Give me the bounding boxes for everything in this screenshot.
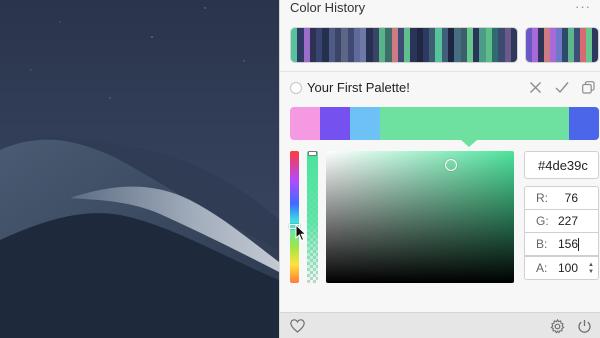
hex-input[interactable]: #4de39c — [524, 151, 599, 179]
cursor-arrow-icon — [295, 224, 307, 242]
palette-name[interactable]: Your First Palette! — [307, 79, 410, 97]
saturation-brightness-handle[interactable] — [445, 159, 457, 171]
green-channel-value[interactable]: 227 — [549, 214, 598, 228]
dune-night-wallpaper — [0, 0, 279, 338]
palette-swatch[interactable] — [380, 107, 569, 140]
palette-swatch[interactable] — [569, 107, 599, 140]
close-icon[interactable] — [529, 81, 542, 94]
history-swatch[interactable] — [510, 28, 517, 62]
color-history-strip-recent — [525, 27, 599, 63]
gear-icon[interactable] — [550, 319, 565, 334]
alpha-stepper-icon[interactable]: ▲ ▼ — [588, 262, 594, 276]
saturation-brightness-field[interactable] — [326, 151, 514, 283]
green-channel-label: G: — [536, 214, 549, 228]
check-icon[interactable] — [555, 81, 569, 94]
color-history-title: Color History — [290, 0, 366, 15]
alpha-slider-handle[interactable] — [308, 151, 317, 156]
divider — [280, 71, 600, 72]
red-channel-label: R: — [536, 191, 548, 205]
alpha-slider[interactable] — [307, 151, 318, 283]
blue-channel-field[interactable]: B: 156 — [524, 232, 599, 256]
heart-icon[interactable] — [290, 319, 305, 333]
palette-swatch[interactable] — [350, 107, 380, 140]
palette-select-radio[interactable] — [290, 82, 302, 94]
hue-slider[interactable] — [290, 151, 299, 283]
palette-swatch[interactable] — [320, 107, 350, 140]
red-channel-field[interactable]: R: 76 — [524, 186, 599, 210]
color-picker-panel: Color History ··· Your First Palette! #4… — [279, 0, 600, 338]
palette-swatch[interactable] — [290, 107, 320, 140]
palette-swatch-bar — [290, 107, 599, 140]
green-channel-field[interactable]: G: 227 — [524, 209, 599, 233]
blue-channel-value[interactable]: 156 — [549, 237, 598, 251]
red-channel-value[interactable]: 76 — [549, 191, 598, 205]
more-icon[interactable]: ··· — [575, 0, 591, 13]
blue-channel-label: B: — [536, 237, 548, 251]
desktop-wallpaper — [0, 0, 279, 338]
text-caret — [578, 238, 579, 251]
footer-bar — [280, 312, 600, 338]
history-swatch[interactable] — [592, 28, 598, 62]
alpha-channel-field[interactable]: A: 100 ▲ ▼ — [524, 256, 599, 280]
alpha-channel-label: A: — [536, 261, 548, 275]
copy-icon[interactable] — [582, 81, 595, 94]
color-history-strip — [290, 27, 518, 63]
selected-swatch-pointer — [461, 140, 477, 147]
power-icon[interactable] — [577, 319, 592, 334]
